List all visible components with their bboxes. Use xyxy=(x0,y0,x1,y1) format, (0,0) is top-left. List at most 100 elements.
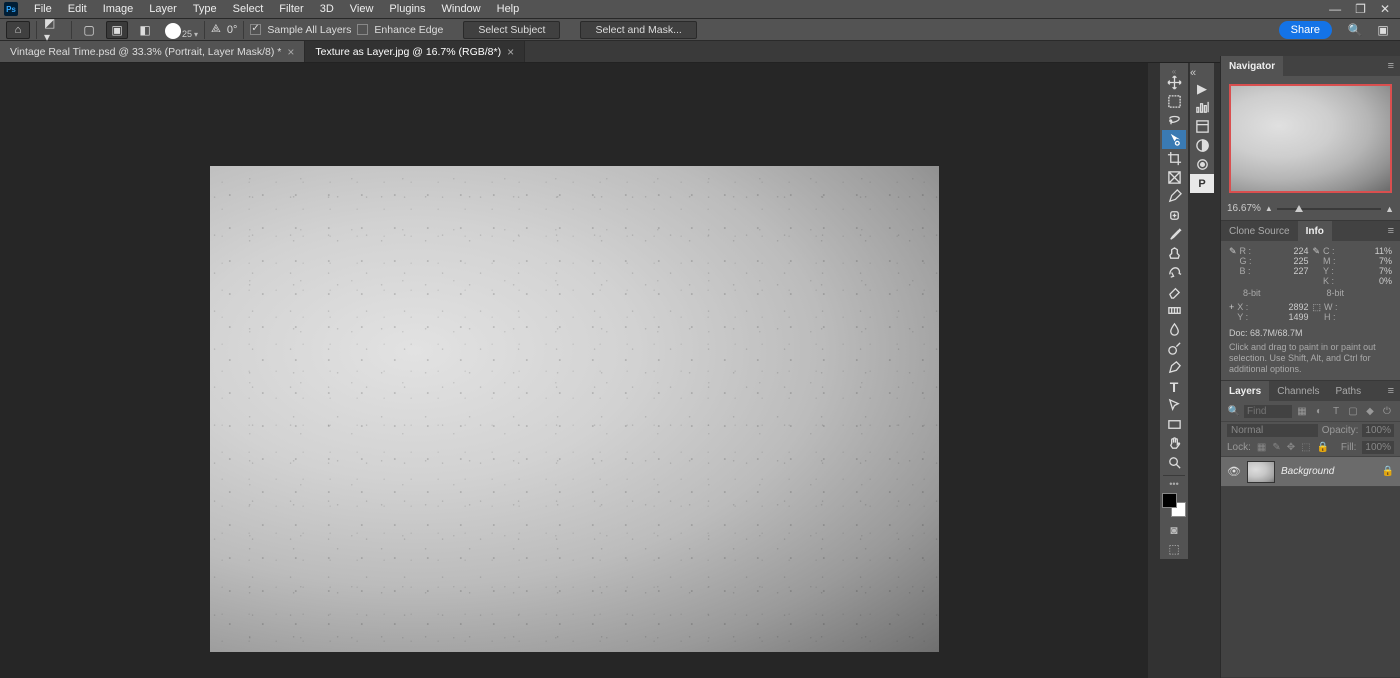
add-selection-icon[interactable]: ▢ xyxy=(78,21,100,39)
blend-mode-select[interactable]: Normal xyxy=(1227,424,1318,437)
zoom-value[interactable]: 16.67% xyxy=(1227,203,1261,214)
document-tab[interactable]: Texture as Layer.jpg @ 16.7% (RGB/8*) × xyxy=(305,41,525,62)
tab-navigator[interactable]: Navigator xyxy=(1221,56,1283,76)
menu-layer[interactable]: Layer xyxy=(141,3,185,15)
menu-plugins[interactable]: Plugins xyxy=(381,3,433,15)
quick-mask-icon[interactable]: ◙ xyxy=(1162,521,1186,539)
lock-transparent-icon[interactable]: ▦ xyxy=(1257,442,1266,453)
panel-menu-icon[interactable]: ≡ xyxy=(1382,60,1400,72)
spot-healing-tool[interactable] xyxy=(1162,206,1186,225)
type-tool[interactable]: T xyxy=(1162,377,1186,396)
zoom-in-icon[interactable]: ▲ xyxy=(1385,204,1394,214)
lock-pixels-icon[interactable]: ✎ xyxy=(1272,442,1280,453)
tab-clone-source[interactable]: Clone Source xyxy=(1221,221,1298,241)
workspace[interactable] xyxy=(0,63,1148,678)
menu-select[interactable]: Select xyxy=(225,3,272,15)
document-tab[interactable]: Vintage Real Time.psd @ 33.3% (Portrait,… xyxy=(0,41,305,62)
workspace-icon[interactable]: ▣ xyxy=(1372,21,1394,39)
move-tool[interactable] xyxy=(1162,73,1186,92)
zoom-tool[interactable] xyxy=(1162,453,1186,472)
tab-close-icon[interactable]: × xyxy=(507,45,514,59)
color-swatches[interactable] xyxy=(1162,493,1186,517)
patterns-panel-icon[interactable]: P xyxy=(1190,174,1214,193)
tab-channels[interactable]: Channels xyxy=(1269,381,1327,401)
filter-adjust-icon[interactable]: ◐ xyxy=(1312,404,1326,418)
restore-icon[interactable]: ❐ xyxy=(1355,2,1366,16)
menu-edit[interactable]: Edit xyxy=(60,3,95,15)
actions-panel-icon[interactable]: ▶ xyxy=(1190,79,1214,98)
grip-icon[interactable]: « xyxy=(1190,67,1214,79)
menu-image[interactable]: Image xyxy=(95,3,142,15)
menu-file[interactable]: File xyxy=(26,3,60,15)
tab-layers[interactable]: Layers xyxy=(1221,381,1269,401)
filter-pixel-icon[interactable]: ▦ xyxy=(1295,404,1309,418)
menu-view[interactable]: View xyxy=(342,3,382,15)
lasso-tool[interactable] xyxy=(1162,111,1186,130)
menu-window[interactable]: Window xyxy=(434,3,489,15)
tool-preset-picker[interactable]: ◩ ▾ xyxy=(43,21,65,39)
screen-mode-icon[interactable]: ⬚ xyxy=(1162,540,1186,558)
tab-paths[interactable]: Paths xyxy=(1328,381,1370,401)
angle-value[interactable]: 0° xyxy=(227,24,238,36)
select-and-mask-button[interactable]: Select and Mask... xyxy=(580,21,696,39)
menu-filter[interactable]: Filter xyxy=(271,3,311,15)
filter-type-icon[interactable]: T xyxy=(1329,404,1343,418)
filter-shape-icon[interactable]: ▢ xyxy=(1346,404,1360,418)
lock-artboard-icon[interactable]: ⬚ xyxy=(1301,442,1310,453)
brush-preview-icon[interactable] xyxy=(165,23,181,39)
rectangle-tool[interactable] xyxy=(1162,415,1186,434)
close-icon[interactable]: ✕ xyxy=(1380,2,1390,16)
eraser-tool[interactable] xyxy=(1162,282,1186,301)
subtract-selection-icon[interactable]: ▣ xyxy=(106,21,128,39)
lock-position-icon[interactable]: ✥ xyxy=(1287,442,1295,453)
navigator-thumbnail[interactable] xyxy=(1229,84,1392,193)
history-brush-tool[interactable] xyxy=(1162,263,1186,282)
enhance-edge-checkbox[interactable] xyxy=(357,24,368,35)
filter-smart-icon[interactable]: ◆ xyxy=(1363,404,1377,418)
libraries-panel-icon[interactable] xyxy=(1190,155,1214,174)
marquee-tool[interactable] xyxy=(1162,92,1186,111)
layer-row[interactable]: 👁 Background 🔒 xyxy=(1221,457,1400,487)
tab-close-icon[interactable]: × xyxy=(287,45,294,59)
eyedropper-tool[interactable] xyxy=(1162,187,1186,206)
lock-all-icon[interactable]: 🔒 xyxy=(1317,442,1329,453)
brush-tool[interactable] xyxy=(1162,225,1186,244)
lock-icon[interactable]: 🔒 xyxy=(1382,466,1394,477)
menu-help[interactable]: Help xyxy=(489,3,528,15)
crop-tool[interactable] xyxy=(1162,149,1186,168)
fill-value[interactable]: 100% xyxy=(1362,441,1394,454)
visibility-icon[interactable]: 👁 xyxy=(1227,465,1241,478)
chevron-down-icon[interactable]: ▾ xyxy=(194,30,198,39)
properties-panel-icon[interactable] xyxy=(1190,117,1214,136)
layer-name[interactable]: Background xyxy=(1281,466,1334,477)
intersect-selection-icon[interactable]: ◧ xyxy=(134,21,156,39)
adjustments-panel-icon[interactable] xyxy=(1190,136,1214,155)
zoom-slider[interactable] xyxy=(1277,205,1381,213)
tab-info[interactable]: Info xyxy=(1298,221,1332,241)
dodge-tool[interactable] xyxy=(1162,339,1186,358)
quick-selection-tool[interactable] xyxy=(1162,130,1186,149)
select-subject-button[interactable]: Select Subject xyxy=(463,21,560,39)
canvas[interactable] xyxy=(210,166,939,652)
panel-menu-icon[interactable]: ≡ xyxy=(1382,225,1400,237)
hand-tool[interactable] xyxy=(1162,434,1186,453)
home-button[interactable]: ⌂ xyxy=(6,21,30,39)
panel-menu-icon[interactable]: ≡ xyxy=(1382,385,1400,397)
blur-tool[interactable] xyxy=(1162,320,1186,339)
foreground-color[interactable] xyxy=(1162,493,1177,508)
minimize-icon[interactable]: — xyxy=(1329,2,1341,16)
zoom-out-icon[interactable]: ▲ xyxy=(1265,204,1273,213)
layer-filter-input[interactable] xyxy=(1244,405,1292,418)
filter-toggle-icon[interactable]: ⏻ xyxy=(1380,404,1394,418)
menu-type[interactable]: Type xyxy=(185,3,225,15)
menu-3d[interactable]: 3D xyxy=(312,3,342,15)
clone-stamp-tool[interactable] xyxy=(1162,244,1186,263)
search-icon[interactable]: 🔍 xyxy=(1344,21,1366,39)
share-button[interactable]: Share xyxy=(1279,21,1332,39)
gradient-tool[interactable] xyxy=(1162,301,1186,320)
layer-thumbnail[interactable] xyxy=(1247,461,1275,483)
sample-all-layers-checkbox[interactable] xyxy=(250,24,261,35)
path-selection-tool[interactable] xyxy=(1162,396,1186,415)
opacity-value[interactable]: 100% xyxy=(1362,424,1394,437)
histogram-panel-icon[interactable] xyxy=(1190,98,1214,117)
